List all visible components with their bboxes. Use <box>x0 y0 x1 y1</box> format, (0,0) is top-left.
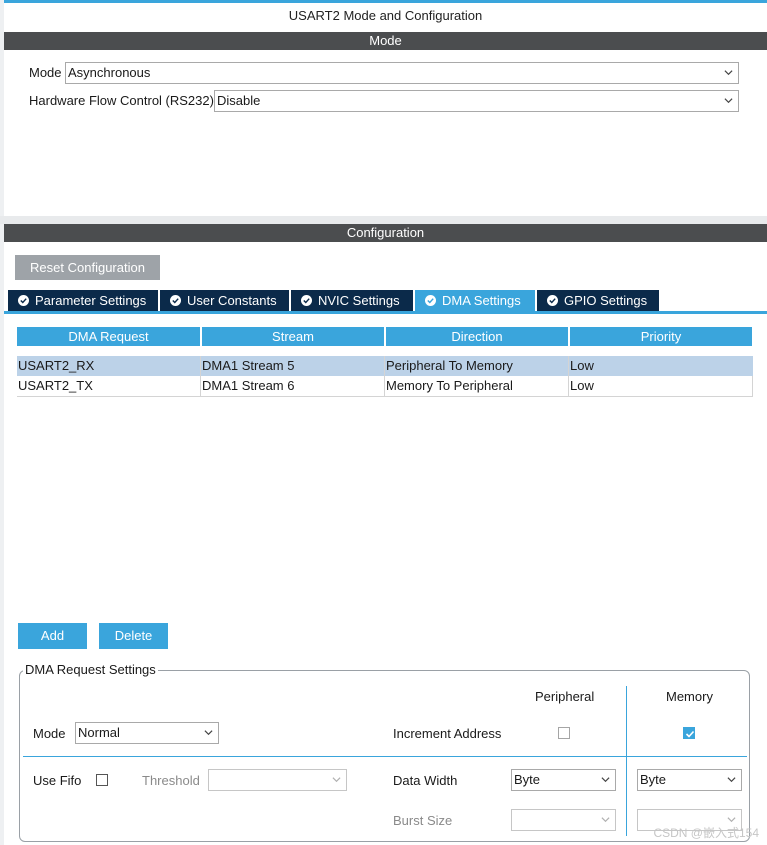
window-left-frame <box>0 0 4 845</box>
window-title: USART2 Mode and Configuration <box>288 8 483 23</box>
mode-select[interactable]: Asynchronous <box>65 62 739 84</box>
tab-dma-settings[interactable]: DMA Settings <box>415 290 535 311</box>
table-bottom-border <box>17 396 753 397</box>
table-row[interactable]: USART2_TX DMA1 Stream 6 Memory To Periph… <box>17 376 753 396</box>
threshold-select[interactable] <box>208 769 347 791</box>
burst-size-label: Burst Size <box>393 813 453 828</box>
check-circle-icon <box>425 295 436 306</box>
check-icon <box>685 730 695 738</box>
settings-row-separator <box>23 756 747 757</box>
use-fifo-checkbox[interactable] <box>96 774 108 786</box>
data-width-label: Data Width <box>393 773 458 788</box>
check-circle-icon <box>547 295 558 306</box>
tab-user-constants[interactable]: User Constants <box>160 290 289 311</box>
mode-select-value: Asynchronous <box>68 65 151 80</box>
check-circle-icon <box>18 295 29 306</box>
cell-dma-request: USART2_RX <box>17 356 201 376</box>
cell-stream: DMA1 Stream 5 <box>201 356 385 376</box>
tab-nvic-settings-label: NVIC Settings <box>318 293 400 308</box>
memory-column-header: Memory <box>666 689 713 704</box>
memory-data-width-value: Byte <box>640 772 667 787</box>
check-circle-icon <box>301 295 312 306</box>
peripheral-data-width-select[interactable]: Byte <box>511 769 616 791</box>
threshold-label: Threshold <box>142 773 200 788</box>
reset-configuration-button[interactable]: Reset Configuration <box>15 255 160 280</box>
table-row[interactable]: USART2_RX DMA1 Stream 5 Peripheral To Me… <box>17 356 753 376</box>
window-top-accent <box>0 0 767 3</box>
peripheral-data-width-value: Byte <box>514 772 541 787</box>
cell-stream: DMA1 Stream 6 <box>201 376 385 396</box>
tab-parameter-settings[interactable]: Parameter Settings <box>8 290 158 311</box>
tabs-underline <box>4 311 767 314</box>
chevron-down-icon <box>727 775 736 784</box>
dma-mode-select-value: Normal <box>78 725 120 740</box>
column-header-stream[interactable]: Stream <box>202 327 384 346</box>
chevron-down-icon <box>601 815 610 824</box>
peripheral-column-header: Peripheral <box>535 689 595 704</box>
memory-data-width-select[interactable]: Byte <box>637 769 742 791</box>
add-button[interactable]: Add <box>18 623 87 649</box>
flow-control-label: Hardware Flow Control (RS232) <box>29 93 214 108</box>
cell-direction: Peripheral To Memory <box>385 356 569 376</box>
chevron-down-icon <box>724 96 733 105</box>
tab-dma-settings-label: DMA Settings <box>442 293 521 308</box>
memory-increment-checkbox[interactable] <box>683 727 695 739</box>
mode-section-header: Mode <box>4 32 767 50</box>
tab-parameter-settings-label: Parameter Settings <box>35 293 147 308</box>
chevron-down-icon <box>601 775 610 784</box>
chevron-down-icon <box>724 68 733 77</box>
chevron-down-icon <box>204 728 213 737</box>
check-circle-icon <box>170 295 181 306</box>
dma-mode-select[interactable]: Normal <box>75 722 219 744</box>
column-header-dma-request[interactable]: DMA Request <box>17 327 200 346</box>
configuration-section-header: Configuration <box>4 224 767 242</box>
tab-nvic-settings[interactable]: NVIC Settings <box>291 290 413 311</box>
column-header-direction[interactable]: Direction <box>386 327 568 346</box>
tab-user-constants-label: User Constants <box>187 293 277 308</box>
tab-gpio-settings[interactable]: GPIO Settings <box>537 290 659 311</box>
column-header-priority[interactable]: Priority <box>570 327 752 346</box>
chevron-down-icon <box>332 775 341 784</box>
peripheral-memory-separator <box>626 686 627 836</box>
flow-control-select[interactable]: Disable <box>214 90 739 112</box>
mode-label: Mode <box>29 65 62 80</box>
watermark: CSDN @嵌入式154 <box>653 826 759 840</box>
dma-mode-label: Mode <box>33 726 66 741</box>
cell-dma-request: USART2_TX <box>17 376 201 396</box>
section-divider <box>0 216 767 224</box>
peripheral-increment-checkbox[interactable] <box>558 727 570 739</box>
cell-priority: Low <box>570 358 594 373</box>
use-fifo-label: Use Fifo <box>33 773 82 788</box>
flow-control-select-value: Disable <box>217 93 261 108</box>
increment-address-label: Increment Address <box>393 726 502 741</box>
dma-request-settings-legend: DMA Request Settings <box>23 662 158 677</box>
peripheral-burst-size-select[interactable] <box>511 809 616 831</box>
chevron-down-icon <box>727 815 736 824</box>
delete-button[interactable]: Delete <box>99 623 168 649</box>
cell-direction: Memory To Peripheral <box>385 376 569 396</box>
tab-gpio-settings-label: GPIO Settings <box>564 293 648 308</box>
cell-priority: Low <box>569 376 753 396</box>
